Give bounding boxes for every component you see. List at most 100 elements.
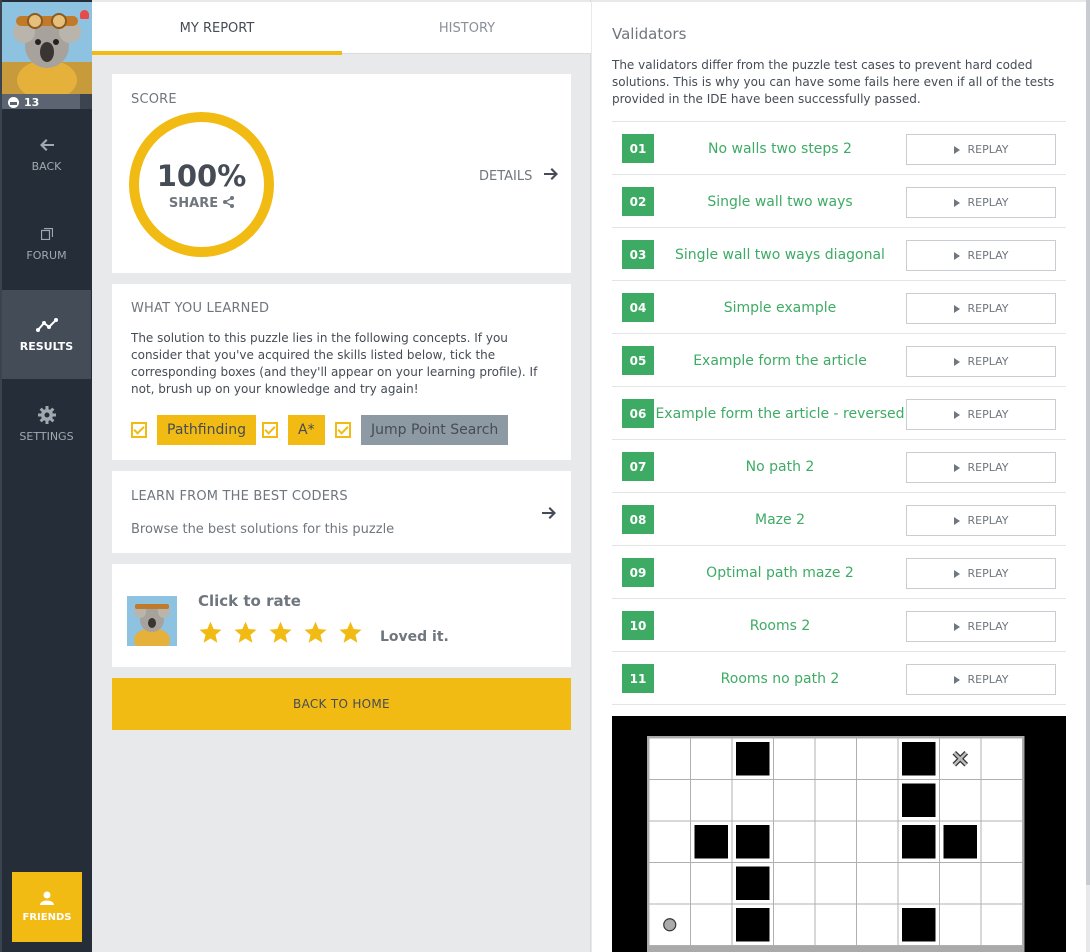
rate-label: Click to rate bbox=[198, 592, 301, 610]
replay-button[interactable]: REPLAY bbox=[906, 664, 1056, 695]
validator-name[interactable]: Optimal path maze 2 bbox=[662, 546, 898, 599]
replay-button[interactable]: REPLAY bbox=[906, 399, 1056, 430]
arrow-right-icon[interactable] bbox=[542, 504, 556, 523]
replay-label: REPLAY bbox=[967, 302, 1009, 315]
back-to-home-button[interactable]: BACK TO HOME bbox=[112, 678, 571, 730]
validator-name[interactable]: Example form the article bbox=[662, 334, 898, 387]
validator-number: 06 bbox=[622, 399, 654, 428]
details-label: DETAILS bbox=[479, 168, 533, 184]
skill-tag[interactable]: A* bbox=[288, 415, 325, 445]
replay-button[interactable]: REPLAY bbox=[906, 505, 1056, 536]
grid-cell bbox=[648, 820, 691, 863]
arrow-right-icon bbox=[544, 168, 559, 184]
wall-cell bbox=[902, 908, 936, 942]
notification-bell-icon[interactable] bbox=[80, 10, 89, 19]
grid-cell bbox=[773, 862, 816, 905]
sidebar-item-back[interactable]: BACK bbox=[2, 110, 91, 199]
score-card: SCORE 100% SHARE DETAILS bbox=[112, 74, 571, 273]
validator-number: 07 bbox=[622, 452, 654, 481]
star-icon[interactable] bbox=[303, 620, 328, 645]
sidebar-item-label: RESULTS bbox=[19, 340, 74, 353]
wall-cell bbox=[694, 825, 728, 859]
play-icon bbox=[953, 675, 960, 684]
score-value: 100% bbox=[156, 158, 247, 193]
validator-name[interactable]: Simple example bbox=[662, 281, 898, 334]
star-icon[interactable] bbox=[233, 620, 258, 645]
grid-cell bbox=[814, 737, 857, 780]
grid-cell bbox=[773, 820, 816, 863]
validator-row: 02 Single wall two ways REPLAY bbox=[612, 175, 1066, 228]
replay-button[interactable]: REPLAY bbox=[906, 293, 1056, 324]
details-button[interactable]: DETAILS bbox=[479, 168, 559, 184]
sidebar-item-results[interactable]: RESULTS bbox=[2, 290, 91, 379]
validator-name[interactable]: No path 2 bbox=[662, 440, 898, 493]
sidebar-item-label: FORUM bbox=[26, 249, 67, 262]
user-avatar bbox=[127, 596, 177, 646]
skill-checkbox[interactable] bbox=[262, 422, 278, 438]
replay-button[interactable]: REPLAY bbox=[906, 558, 1056, 589]
grid-cell bbox=[814, 862, 857, 905]
validator-number: 09 bbox=[622, 558, 654, 587]
validator-name[interactable]: Rooms no path 2 bbox=[662, 652, 898, 705]
puzzle-grid bbox=[647, 736, 1025, 952]
validator-row: 11 Rooms no path 2 REPLAY bbox=[612, 652, 1066, 705]
play-icon bbox=[953, 516, 960, 525]
grid-cell bbox=[648, 862, 691, 905]
replay-button[interactable]: REPLAY bbox=[906, 187, 1056, 218]
gear-icon bbox=[37, 406, 56, 424]
replay-button[interactable]: REPLAY bbox=[906, 611, 1056, 642]
wall-cell bbox=[736, 825, 770, 859]
tab-history[interactable]: HISTORY bbox=[342, 2, 592, 54]
learn-best-card[interactable]: LEARN FROM THE BEST CODERS Browse the be… bbox=[112, 471, 571, 553]
grid-cell bbox=[939, 862, 982, 905]
validator-number: 01 bbox=[622, 134, 654, 163]
skill-tag[interactable]: Pathfinding bbox=[157, 415, 256, 445]
scrollbar[interactable] bbox=[1086, 0, 1090, 885]
play-icon bbox=[953, 304, 960, 313]
validator-name[interactable]: Single wall two ways diagonal bbox=[662, 228, 898, 281]
replay-button[interactable]: REPLAY bbox=[906, 346, 1056, 377]
friends-button[interactable]: FRIENDS bbox=[12, 872, 82, 942]
avatar[interactable]: 13 bbox=[2, 2, 92, 109]
play-icon bbox=[953, 251, 960, 260]
sidebar-item-forum[interactable]: FORUM bbox=[2, 199, 91, 288]
replay-button[interactable]: REPLAY bbox=[906, 452, 1056, 483]
share-button[interactable]: SHARE bbox=[169, 195, 235, 212]
star-icon[interactable] bbox=[338, 620, 363, 645]
grid-cell bbox=[773, 903, 816, 946]
skill-tag[interactable]: Jump Point Search bbox=[361, 415, 509, 445]
play-icon bbox=[953, 410, 960, 419]
sidebar: 13 BACK FORUM RESULTS SETTINGS FRIENDS bbox=[0, 0, 92, 952]
sidebar-item-settings[interactable]: SETTINGS bbox=[2, 380, 91, 469]
wall-cell bbox=[736, 742, 770, 776]
play-icon bbox=[953, 198, 960, 207]
replay-button[interactable]: REPLAY bbox=[906, 240, 1056, 271]
replay-button[interactable]: REPLAY bbox=[906, 134, 1056, 165]
grid-cell bbox=[814, 779, 857, 822]
validator-name[interactable]: Example form the article - reversed bbox=[655, 387, 904, 440]
replay-label: REPLAY bbox=[967, 143, 1009, 156]
star-icon[interactable] bbox=[268, 620, 293, 645]
replay-label: REPLAY bbox=[967, 514, 1009, 527]
validator-name[interactable]: Maze 2 bbox=[662, 493, 898, 546]
learn-best-label: LEARN FROM THE BEST CODERS bbox=[131, 489, 348, 504]
validator-name[interactable]: No walls two steps 2 bbox=[662, 122, 898, 175]
validator-row: 07 No path 2 REPLAY bbox=[612, 440, 1066, 493]
grid-cell bbox=[980, 737, 1023, 780]
grid-cell bbox=[856, 820, 899, 863]
avatar-image bbox=[2, 2, 92, 94]
validator-name[interactable]: Single wall two ways bbox=[662, 175, 898, 228]
validator-name[interactable]: Rooms 2 bbox=[662, 599, 898, 652]
validator-row: 09 Optimal path maze 2 REPLAY bbox=[612, 546, 1066, 599]
forum-icon bbox=[40, 225, 53, 243]
results-chart-icon bbox=[35, 316, 58, 334]
star-rating[interactable] bbox=[198, 620, 363, 645]
skill-checkbox[interactable] bbox=[131, 422, 147, 438]
grid-cell bbox=[648, 779, 691, 822]
play-icon bbox=[953, 357, 960, 366]
tab-my-report[interactable]: MY REPORT bbox=[92, 2, 342, 55]
grid-cell bbox=[690, 903, 733, 946]
star-icon[interactable] bbox=[198, 620, 223, 645]
grid-cell bbox=[980, 862, 1023, 905]
skill-checkbox[interactable] bbox=[335, 422, 351, 438]
